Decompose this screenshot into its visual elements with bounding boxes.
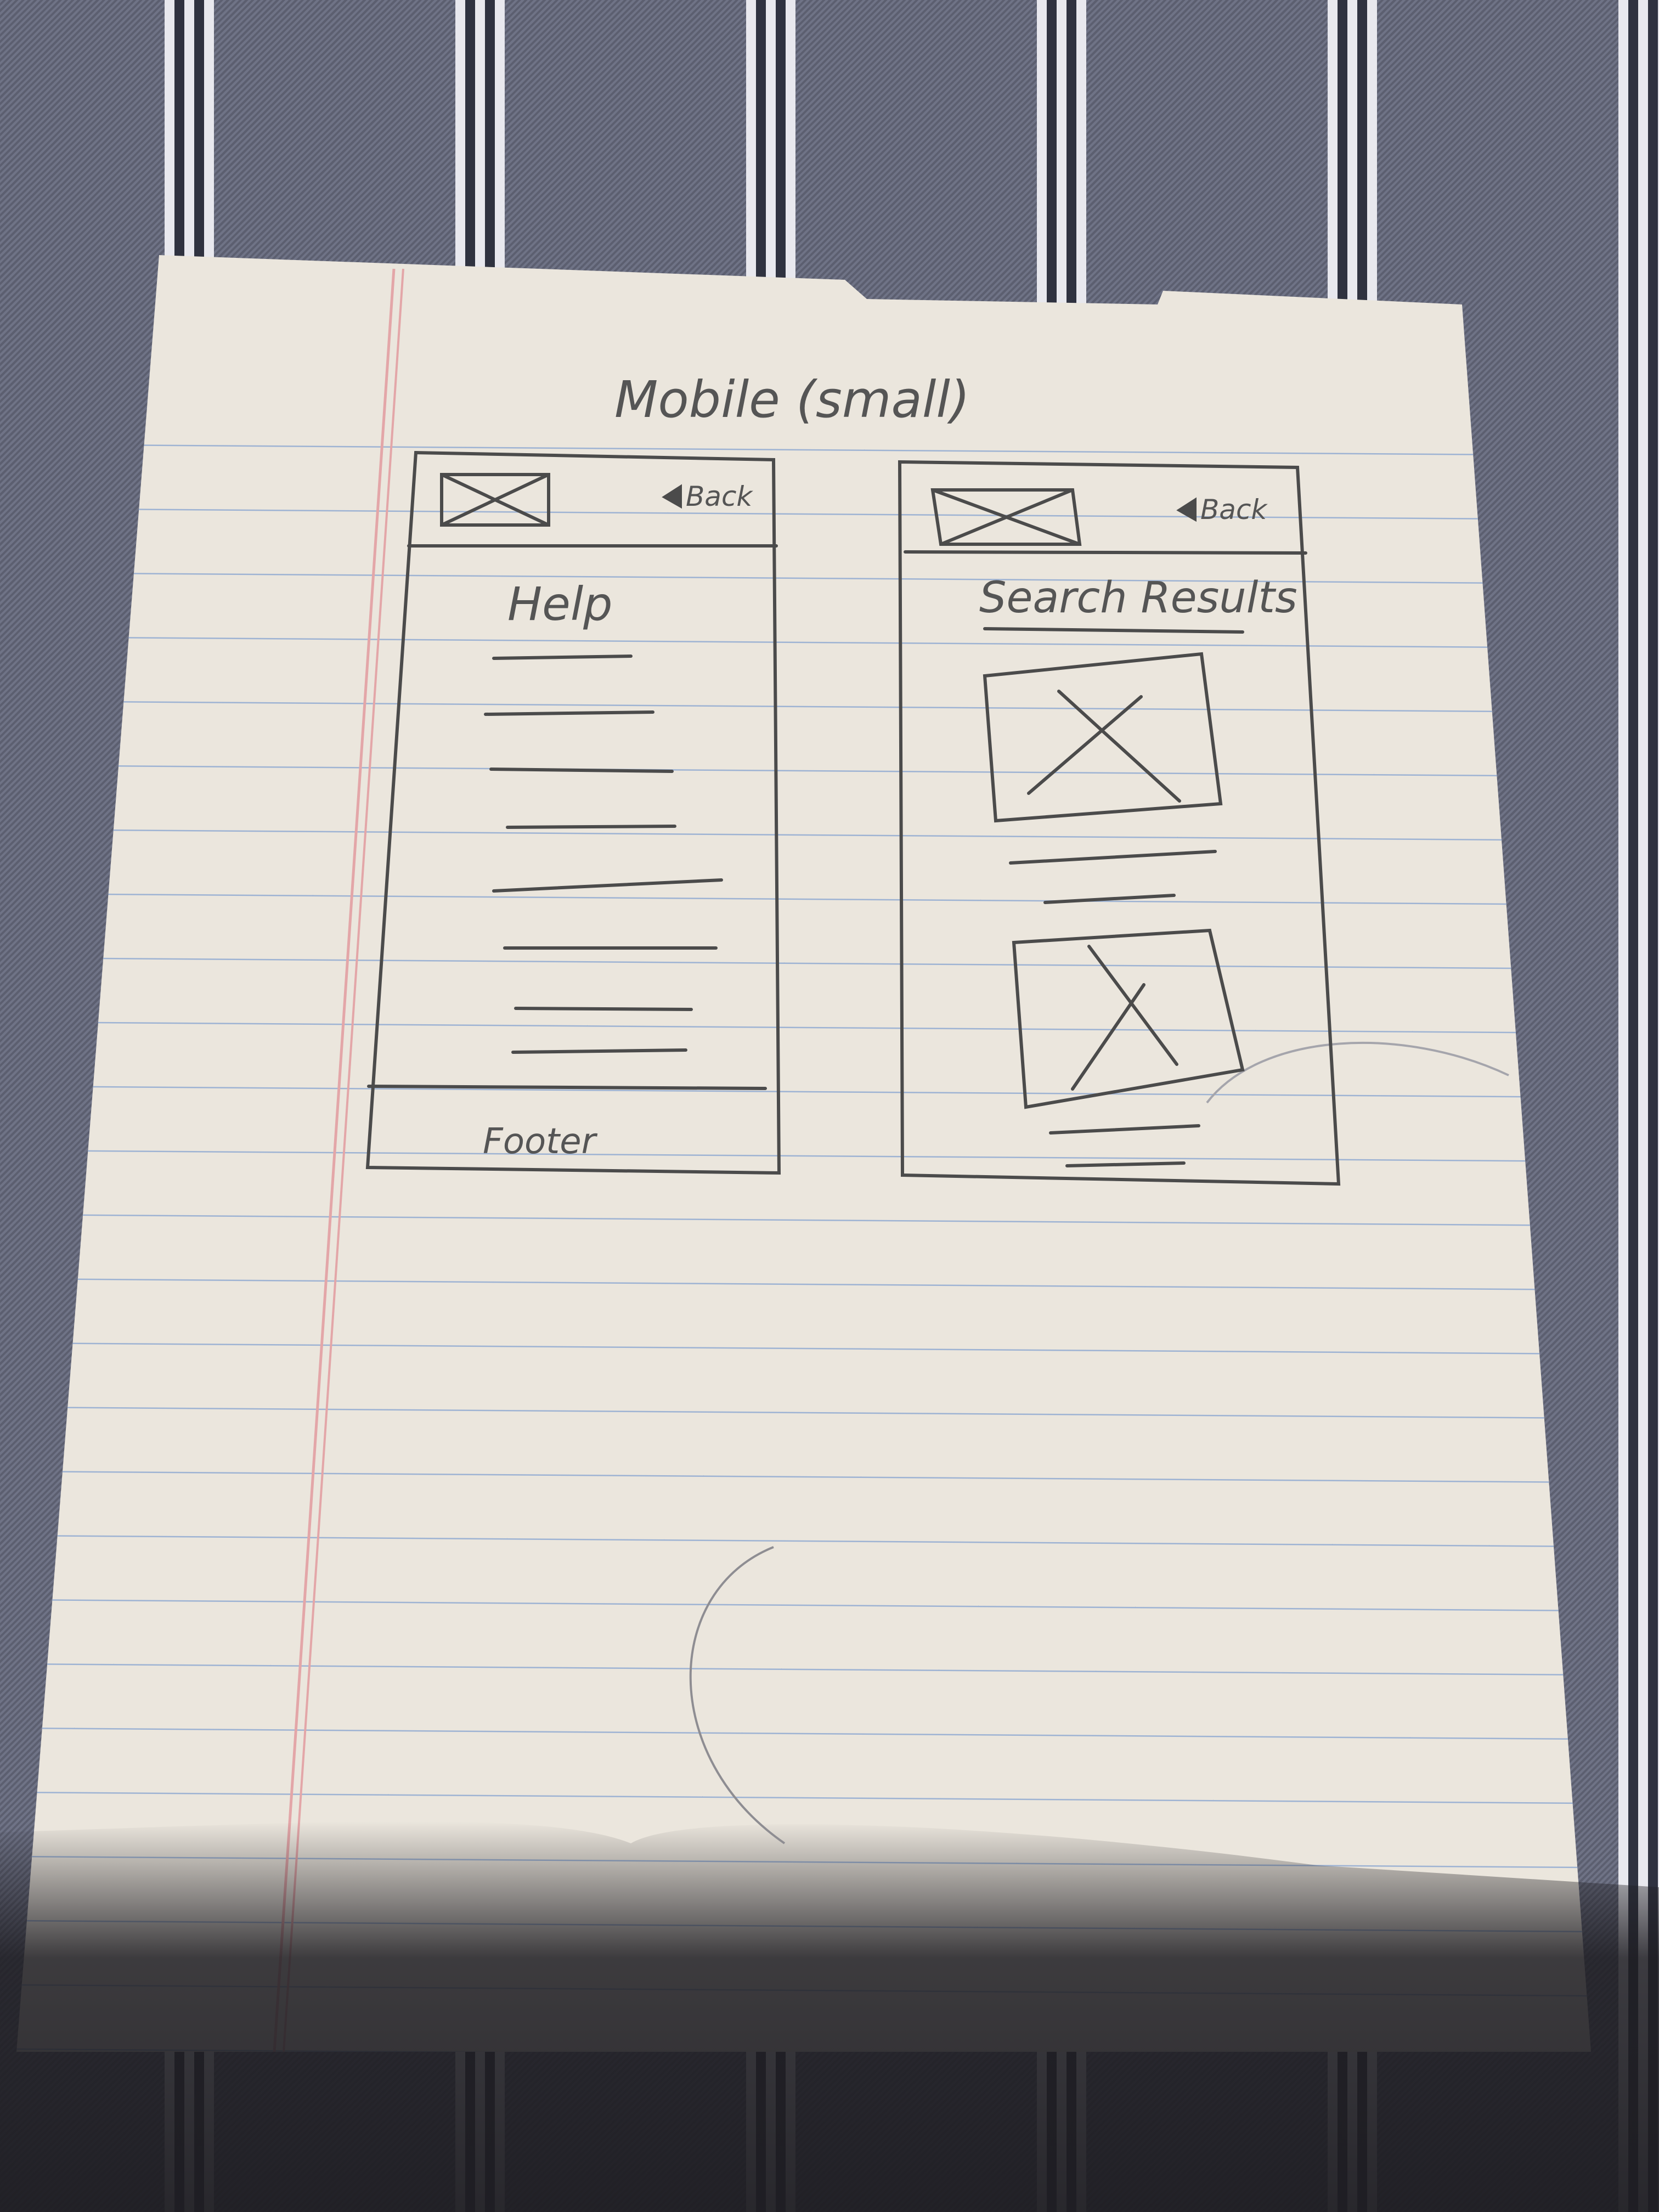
help-title: Help: [507, 577, 613, 631]
help-footer: Footer: [483, 1121, 598, 1162]
back-link-help[interactable]: Back: [686, 481, 753, 512]
search-results-title: Search Results: [979, 573, 1297, 623]
footer-divider: [367, 1085, 767, 1090]
paper-sheet: [16, 255, 1591, 2052]
sheet-heading: Mobile (small): [614, 370, 970, 429]
photo-scene: Mobile (small) Back Help Footer Back Sea…: [0, 255, 1659, 2212]
header-divider: [904, 550, 1307, 555]
back-link-search[interactable]: Back: [1200, 494, 1268, 526]
hand-shadow: [0, 1821, 1659, 2212]
